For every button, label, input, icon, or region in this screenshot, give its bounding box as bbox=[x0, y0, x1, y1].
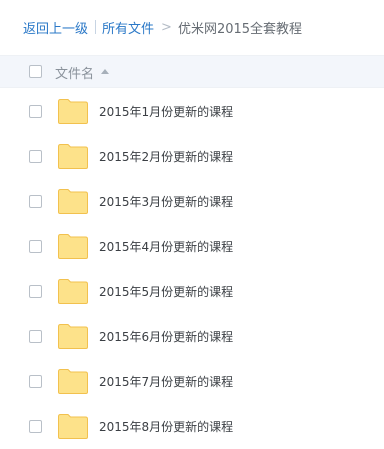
file-name[interactable]: 2015年6月份更新的课程 bbox=[99, 328, 233, 345]
row-checkbox[interactable] bbox=[29, 285, 42, 298]
breadcrumb: 返回上一级 所有文件 > 优米网2015全套教程 bbox=[0, 0, 384, 54]
back-link[interactable]: 返回上一级 bbox=[23, 18, 88, 37]
file-name[interactable]: 2015年2月份更新的课程 bbox=[99, 148, 233, 165]
breadcrumb-current-folder: 优米网2015全套教程 bbox=[177, 21, 303, 37]
file-name[interactable]: 2015年3月份更新的课程 bbox=[99, 193, 233, 210]
row-checkbox[interactable] bbox=[29, 150, 42, 163]
row-checkbox[interactable] bbox=[29, 330, 42, 343]
file-name[interactable]: 2015年7月份更新的课程 bbox=[99, 373, 233, 390]
file-row[interactable]: 2015年2月份更新的课程 bbox=[0, 134, 384, 179]
folder-icon[interactable] bbox=[57, 97, 89, 125]
row-checkbox[interactable] bbox=[29, 420, 42, 433]
list-header: 文件名 bbox=[0, 55, 384, 88]
breadcrumb-divider bbox=[95, 20, 97, 34]
row-checkbox[interactable] bbox=[29, 195, 42, 208]
row-checkbox[interactable] bbox=[29, 105, 42, 118]
row-checkbox[interactable] bbox=[29, 240, 42, 253]
file-row[interactable]: 2015年7月份更新的课程 bbox=[0, 359, 384, 404]
file-name[interactable]: 2015年1月份更新的课程 bbox=[99, 103, 233, 120]
all-files-link[interactable]: 所有文件 bbox=[102, 18, 154, 37]
folder-icon[interactable] bbox=[57, 277, 89, 305]
file-list: 2015年1月份更新的课程 2015年2月份更新的课程 2015年3月份更新的课… bbox=[0, 89, 384, 449]
file-row[interactable]: 2015年6月份更新的课程 bbox=[0, 314, 384, 359]
sort-by-name-header[interactable]: 文件名 bbox=[55, 63, 94, 82]
folder-icon[interactable] bbox=[57, 367, 89, 395]
file-name[interactable]: 2015年4月份更新的课程 bbox=[99, 238, 233, 255]
file-name[interactable]: 2015年8月份更新的课程 bbox=[99, 418, 233, 435]
select-all-checkbox[interactable] bbox=[29, 65, 42, 78]
breadcrumb-arrow-icon: > bbox=[161, 19, 172, 35]
folder-icon[interactable] bbox=[57, 322, 89, 350]
file-row[interactable]: 2015年3月份更新的课程 bbox=[0, 179, 384, 224]
folder-icon[interactable] bbox=[57, 142, 89, 170]
folder-icon[interactable] bbox=[57, 187, 89, 215]
folder-icon[interactable] bbox=[57, 412, 89, 440]
file-row[interactable]: 2015年8月份更新的课程 bbox=[0, 404, 384, 449]
file-row[interactable]: 2015年1月份更新的课程 bbox=[0, 89, 384, 134]
row-checkbox[interactable] bbox=[29, 375, 42, 388]
file-row[interactable]: 2015年5月份更新的课程 bbox=[0, 269, 384, 314]
sort-ascending-icon[interactable] bbox=[101, 69, 109, 74]
folder-icon[interactable] bbox=[57, 232, 89, 260]
file-name[interactable]: 2015年5月份更新的课程 bbox=[99, 283, 233, 300]
file-row[interactable]: 2015年4月份更新的课程 bbox=[0, 224, 384, 269]
